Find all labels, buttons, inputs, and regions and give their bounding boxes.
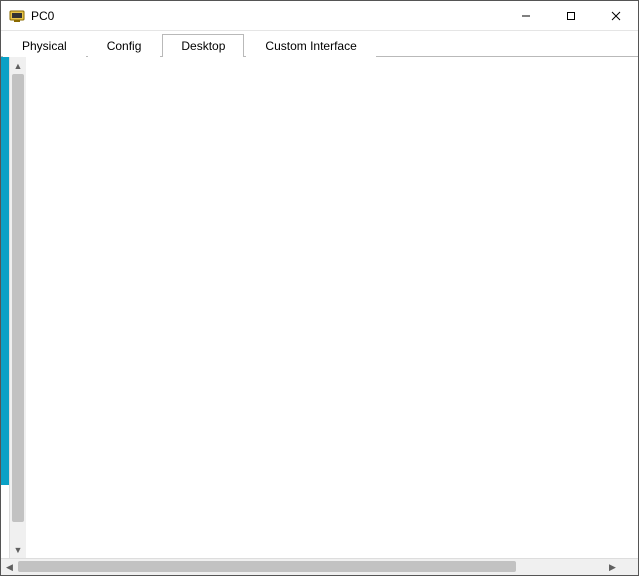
maximize-button[interactable] bbox=[548, 1, 593, 30]
scroll-track[interactable] bbox=[18, 559, 604, 575]
scroll-thumb[interactable] bbox=[18, 561, 516, 572]
window-titlebar: PC0 bbox=[1, 1, 638, 31]
scroll-left-icon[interactable]: ◀ bbox=[1, 559, 18, 575]
window-title: PC0 bbox=[31, 9, 503, 23]
scroll-thumb[interactable] bbox=[12, 74, 24, 522]
tab-config[interactable]: Config bbox=[88, 34, 161, 57]
maximize-icon bbox=[566, 11, 576, 21]
scroll-up-icon[interactable]: ▲ bbox=[10, 57, 26, 74]
minimize-icon bbox=[521, 11, 531, 21]
tab-custom-interface[interactable]: Custom Interface bbox=[246, 34, 375, 57]
minimize-button[interactable] bbox=[503, 1, 548, 30]
main-vertical-scrollbar[interactable]: ▲ ▼ bbox=[9, 57, 26, 558]
close-button[interactable] bbox=[593, 1, 638, 30]
desktop-area: Terminal X %LINK-5-CHANGED: Interface Fa… bbox=[1, 57, 9, 485]
scrollbar-corner bbox=[621, 559, 638, 575]
app-icon bbox=[9, 8, 25, 24]
tab-physical[interactable]: Physical bbox=[3, 34, 86, 57]
scroll-track[interactable] bbox=[10, 74, 26, 541]
tab-desktop[interactable]: Desktop bbox=[162, 34, 244, 57]
main-horizontal-scrollbar[interactable]: ◀ ▶ bbox=[1, 558, 638, 575]
tab-strip: Physical Config Desktop Custom Interface bbox=[1, 31, 638, 57]
close-icon bbox=[611, 11, 621, 21]
scroll-down-icon[interactable]: ▼ bbox=[10, 541, 26, 558]
scroll-right-icon[interactable]: ▶ bbox=[604, 559, 621, 575]
